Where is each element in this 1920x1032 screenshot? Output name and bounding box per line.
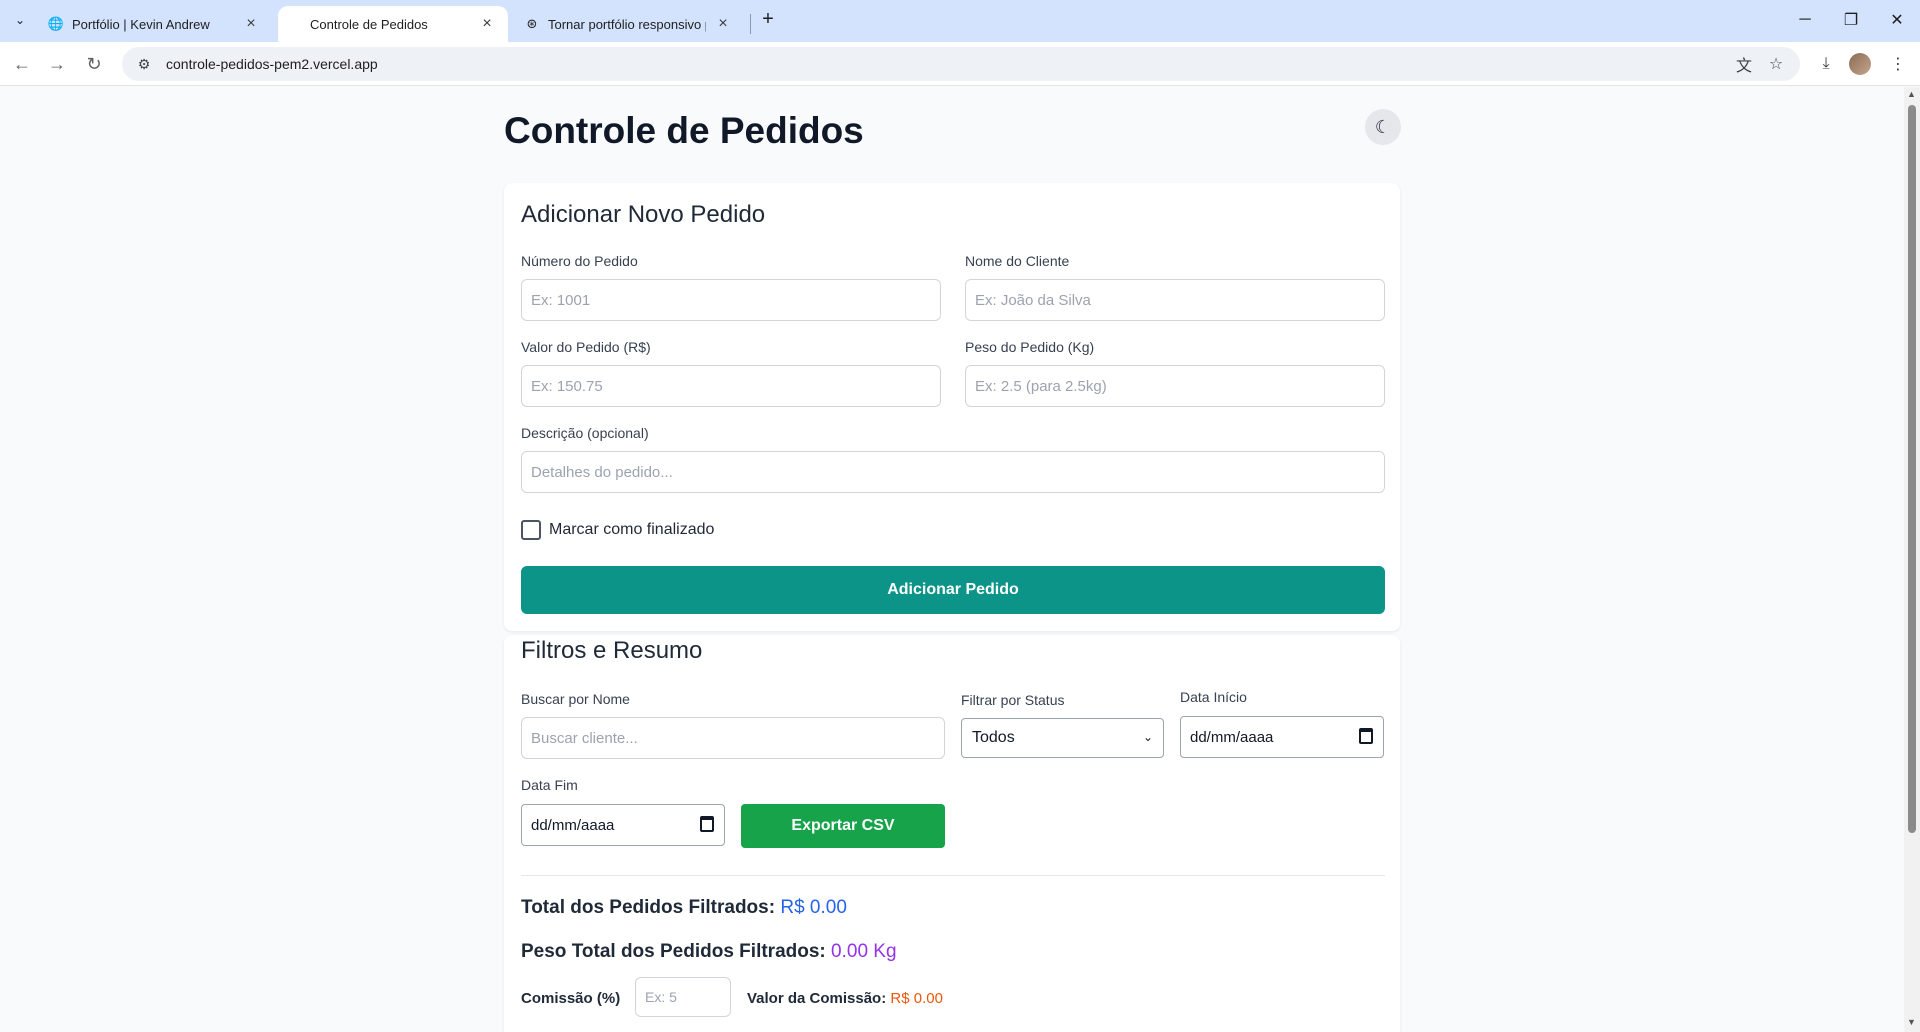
close-tab-icon[interactable]: × (242, 15, 260, 33)
commission-value-label: Valor da Comissão: (747, 990, 887, 1007)
tab-controle-de-pedidos[interactable]: Controle de Pedidos × (278, 6, 508, 42)
chevron-down-icon: ⌄ (1142, 730, 1153, 744)
chatgpt-favicon-icon: ⊛ (526, 16, 538, 31)
add-order-title: Adicionar Novo Pedido (521, 201, 766, 228)
add-order-button[interactable]: Adicionar Pedido (521, 566, 1385, 614)
end-date-label: Data Fim (521, 777, 578, 793)
scrollbar-thumb[interactable] (1908, 105, 1916, 833)
scroll-down-arrow-icon[interactable]: ▼ (1907, 1017, 1916, 1027)
export-csv-button[interactable]: Exportar CSV (741, 804, 945, 848)
new-tab-icon[interactable]: + (756, 8, 780, 32)
tab-search-chevron-icon[interactable]: ⌄ (8, 8, 32, 32)
search-client-input[interactable] (521, 717, 945, 759)
download-icon[interactable]: ⤓ (1812, 50, 1840, 78)
client-name-label: Nome do Cliente (965, 253, 1070, 269)
url-text[interactable]: controle-pedidos-pem2.vercel.app (166, 56, 378, 72)
search-name-label: Buscar por Nome (521, 691, 630, 707)
start-date-input[interactable]: dd/mm/aaaa (1180, 716, 1384, 758)
client-name-input[interactable] (965, 279, 1385, 321)
bookmark-star-icon[interactable]: ☆ (1762, 50, 1790, 78)
dark-mode-toggle-moon-icon[interactable]: ☾ (1365, 109, 1401, 145)
tab-title: Controle de Pedidos (310, 16, 428, 32)
add-order-card: Adicionar Novo Pedido Número do Pedido N… (504, 183, 1400, 631)
order-weight-label: Peso do Pedido (Kg) (965, 339, 1095, 355)
tab-title: Tornar portfólio responsivo par (548, 16, 706, 32)
close-tab-icon[interactable]: × (714, 15, 732, 33)
order-value-input[interactable] (521, 365, 941, 407)
commission-percent-label: Comissão (%) (521, 990, 621, 1007)
forward-icon[interactable]: → (43, 50, 71, 78)
finished-checkbox[interactable] (521, 520, 541, 540)
tab-tornar-portfolio[interactable]: ⊛ Tornar portfólio responsivo par × (512, 6, 744, 42)
globe-icon: 🌐 (47, 16, 65, 31)
tab-portfolio[interactable]: 🌐 Portfólio | Kevin Andrew × (36, 6, 272, 42)
description-input[interactable] (521, 451, 1385, 493)
close-tab-icon[interactable]: × (478, 15, 496, 33)
page-viewport: Controle de Pedidos ☾ Adicionar Novo Ped… (0, 87, 1904, 1032)
commission-percent-input[interactable] (635, 977, 731, 1017)
scroll-up-arrow-icon[interactable]: ▲ (1907, 89, 1916, 99)
description-label: Descrição (opcional) (521, 425, 649, 441)
end-date-input[interactable]: dd/mm/aaaa (521, 804, 725, 846)
total-orders-label: Total dos Pedidos Filtrados: (521, 897, 776, 918)
commission-value-summary: Valor da Comissão: R$ 0.00 (747, 990, 943, 1007)
total-weight-summary: Peso Total dos Pedidos Filtrados: 0.00 K… (521, 941, 897, 963)
calendar-icon[interactable] (1359, 728, 1373, 744)
minimize-icon[interactable]: ─ (1782, 0, 1828, 40)
status-filter-select[interactable]: Todos ⌄ (961, 718, 1164, 758)
finished-checkbox-label[interactable]: Marcar como finalizado (549, 521, 714, 539)
status-filter-value: Todos (972, 729, 1015, 746)
calendar-icon[interactable] (700, 816, 714, 832)
total-orders-value: R$ 0.00 (780, 897, 847, 918)
back-icon[interactable]: ← (8, 50, 36, 78)
commission-value: R$ 0.00 (890, 990, 943, 1007)
close-window-icon[interactable]: ✕ (1874, 0, 1920, 40)
profile-avatar[interactable] (1849, 53, 1871, 75)
status-filter-label: Filtrar por Status (961, 692, 1065, 708)
total-weight-value: 0.00 Kg (831, 941, 897, 962)
order-weight-input[interactable] (965, 365, 1385, 407)
translate-icon[interactable]: 文 (1730, 50, 1758, 78)
page-scrollbar[interactable]: ▲ ▼ (1904, 87, 1920, 1032)
order-value-label: Valor do Pedido (R$) (521, 339, 651, 355)
total-orders-summary: Total dos Pedidos Filtrados: R$ 0.00 (521, 897, 847, 919)
end-date-value: dd/mm/aaaa (531, 816, 615, 834)
tab-separator (750, 14, 751, 34)
tab-title: Portfólio | Kevin Andrew (72, 16, 210, 32)
more-menu-icon[interactable]: ⋮ (1884, 50, 1912, 78)
order-number-input[interactable] (521, 279, 941, 321)
reload-icon[interactable]: ↻ (80, 50, 108, 78)
site-settings-icon[interactable]: ⚙ (132, 52, 156, 76)
filters-title: Filtros e Resumo (521, 637, 703, 664)
start-date-label: Data Início (1180, 689, 1247, 705)
divider (521, 875, 1385, 876)
filters-summary-card: Filtros e Resumo Buscar por Nome Filtrar… (504, 635, 1400, 1032)
page-title: Controle de Pedidos (504, 110, 864, 151)
order-number-label: Número do Pedido (521, 253, 638, 269)
browser-tab-bar: ⌄ 🌐 Portfólio | Kevin Andrew × Controle … (0, 0, 1920, 42)
browser-toolbar: ← → ↻ ⚙ controle-pedidos-pem2.vercel.app… (0, 42, 1920, 86)
total-weight-label: Peso Total dos Pedidos Filtrados: (521, 941, 826, 962)
start-date-value: dd/mm/aaaa (1190, 728, 1274, 746)
restore-icon[interactable]: ❐ (1828, 0, 1874, 40)
address-bar[interactable]: ⚙ controle-pedidos-pem2.vercel.app (122, 47, 1800, 81)
